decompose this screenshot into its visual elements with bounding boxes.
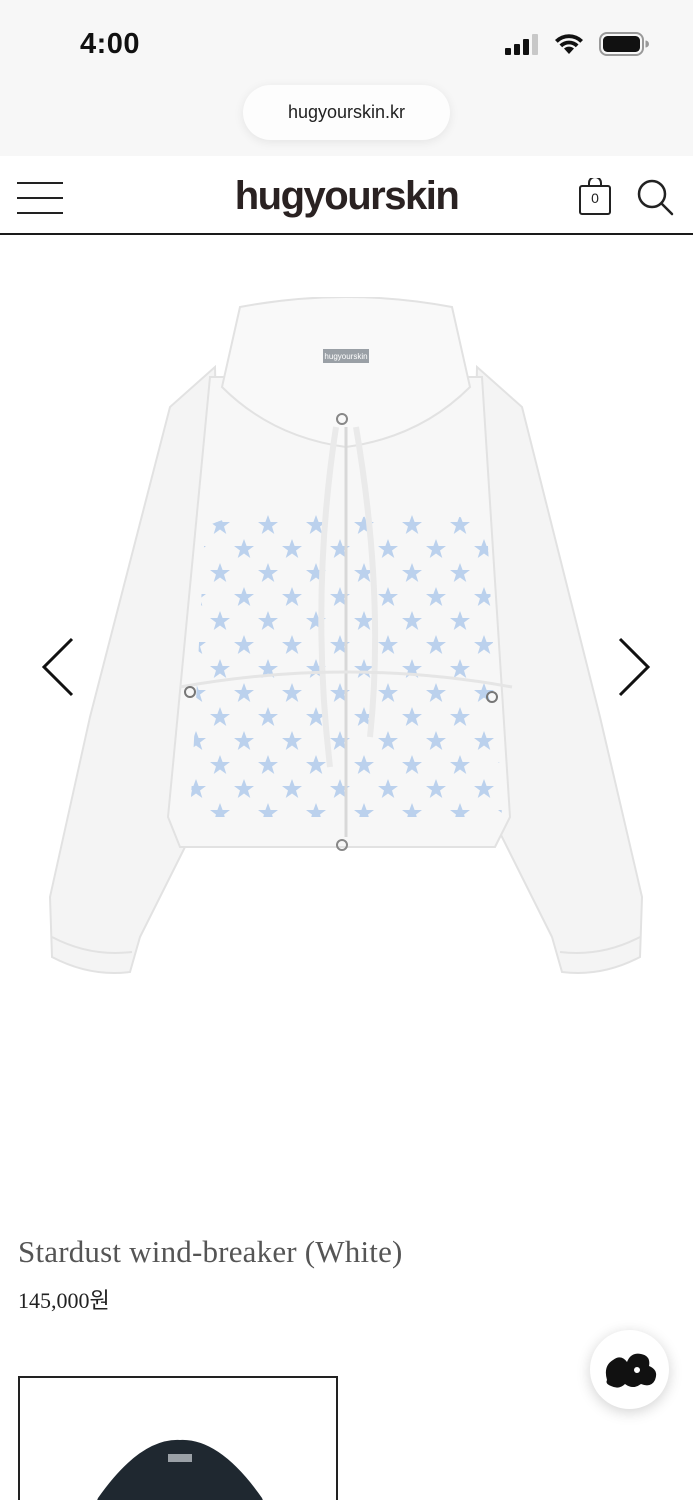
chat-blob-icon xyxy=(605,1353,656,1388)
status-time: 4:00 xyxy=(80,28,141,60)
product-title: Stardust wind-breaker (White) xyxy=(18,1234,403,1269)
status-bar: 4:00 xyxy=(0,0,693,80)
cart-button[interactable]: 0 xyxy=(578,178,612,216)
browser-toolbar: hugyourskin.kr xyxy=(0,80,693,156)
variant-image xyxy=(97,1439,263,1500)
battery-icon xyxy=(599,32,649,56)
wifi-icon xyxy=(555,34,583,54)
product-image[interactable]: hugyourskin xyxy=(40,297,652,987)
status-icons xyxy=(505,32,649,56)
url-bar[interactable]: hugyourskin.kr xyxy=(243,85,450,140)
product-gallery[interactable]: hugyourskin xyxy=(0,237,693,1197)
color-variant-thumbnail[interactable] xyxy=(18,1376,338,1500)
svg-text:hugyourskin: hugyourskin xyxy=(324,352,367,361)
chevron-right-icon[interactable] xyxy=(614,635,654,699)
product-price: 145,000원 xyxy=(18,1288,110,1313)
chevron-left-icon[interactable] xyxy=(38,635,78,699)
search-icon xyxy=(637,179,674,216)
search-button[interactable] xyxy=(636,178,674,216)
cart-count: 0 xyxy=(591,190,599,206)
signal-icon xyxy=(505,34,538,55)
site-header: hugyourskin 0 xyxy=(0,156,693,235)
chat-button[interactable] xyxy=(590,1330,669,1409)
